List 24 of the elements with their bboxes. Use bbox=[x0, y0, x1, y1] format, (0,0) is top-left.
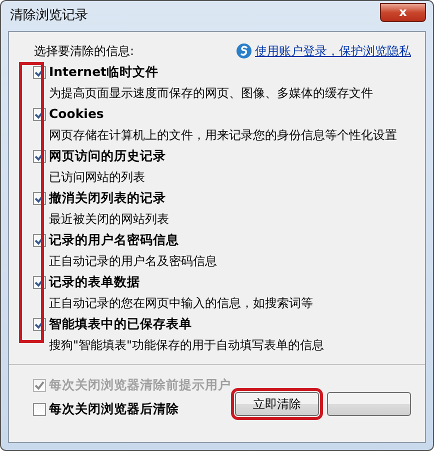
logo-icon bbox=[236, 43, 252, 59]
option-label: 网页访问的历史记录 bbox=[49, 147, 166, 166]
option-description: 搜狗"智能填表"功能保存的用于自动填写表单的信息 bbox=[48, 337, 326, 354]
option-description: 最近被关闭的网站列表 bbox=[48, 211, 170, 228]
option-description: 正自动记录的您在网页中输入的信息，如搜索词等 bbox=[48, 295, 314, 312]
option-description: 网页存储在计算机上的文件，用来记录您的身份信息等个性化设置 bbox=[48, 127, 398, 144]
option-description: 正自动记录的用户名及密码信息 bbox=[48, 253, 218, 270]
option-description: 已访问网站的列表 bbox=[48, 169, 146, 186]
option-description: 为提高页面显示速度而保存的网页、图像、多媒体的缓存文件 bbox=[48, 85, 374, 102]
option-label: 智能填表中的已保存表单 bbox=[49, 315, 192, 334]
window-title: 清除浏览记录 bbox=[9, 7, 88, 26]
option-label: 记录的表单数据 bbox=[49, 273, 140, 292]
close-button[interactable]: x bbox=[380, 2, 426, 22]
section-heading: 选择要清除的信息: bbox=[34, 43, 134, 60]
option-label: 每次关闭浏览器清除前提示用户 bbox=[49, 376, 231, 394]
dialog-button[interactable] bbox=[327, 392, 411, 416]
option-label: 每次关闭浏览器后清除 bbox=[49, 400, 179, 418]
option-label: Cookies bbox=[49, 105, 104, 124]
account-link[interactable]: 使用账户登录，保护浏览隐私 bbox=[255, 42, 411, 60]
checkbox[interactable] bbox=[33, 402, 46, 416]
option-label: 记录的用户名密码信息 bbox=[49, 231, 179, 250]
option-label: 撤消关闭列表的记录 bbox=[49, 189, 166, 208]
option-label: Internet临时文件 bbox=[49, 63, 159, 82]
check-icon bbox=[34, 380, 45, 390]
